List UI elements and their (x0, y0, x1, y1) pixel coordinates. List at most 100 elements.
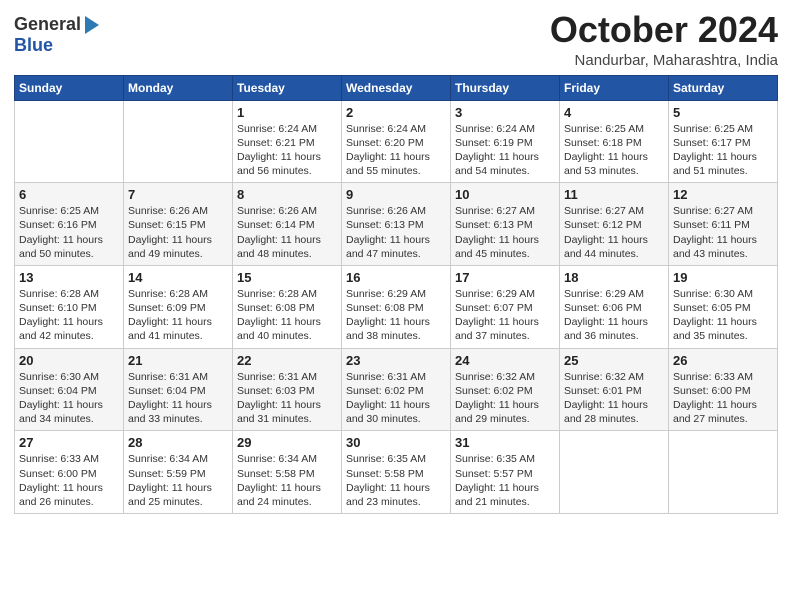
calendar-cell (669, 431, 778, 514)
day-number: 18 (564, 270, 664, 285)
calendar-cell: 18 Sunrise: 6:29 AM Sunset: 6:06 PM Dayli… (560, 265, 669, 348)
day-number: 12 (673, 187, 773, 202)
day-info: Sunrise: 6:34 AM Sunset: 5:58 PM Dayligh… (237, 452, 337, 509)
weekday-header: Friday (560, 75, 669, 100)
day-info: Sunrise: 6:25 AM Sunset: 6:16 PM Dayligh… (19, 204, 119, 261)
day-number: 8 (237, 187, 337, 202)
calendar-cell: 23 Sunrise: 6:31 AM Sunset: 6:02 PM Dayli… (342, 348, 451, 431)
day-number: 19 (673, 270, 773, 285)
weekday-header: Wednesday (342, 75, 451, 100)
calendar-cell: 29Sunrise: 6:34 AM Sunset: 5:58 PM Dayli… (233, 431, 342, 514)
day-info: Sunrise: 6:30 AM Sunset: 6:04 PM Dayligh… (19, 370, 119, 427)
calendar-week-row: 20 Sunrise: 6:30 AM Sunset: 6:04 PM Dayli… (15, 348, 778, 431)
day-info: Sunrise: 6:33 AM Sunset: 6:00 PM Dayligh… (19, 452, 119, 509)
day-number: 20 (19, 353, 119, 368)
day-info: Sunrise: 6:35 AM Sunset: 5:57 PM Dayligh… (455, 452, 555, 509)
day-number: 22 (237, 353, 337, 368)
day-number: 4 (564, 105, 664, 120)
day-info: Sunrise: 6:27 AM Sunset: 6:13 PM Dayligh… (455, 204, 555, 261)
day-number: 14 (128, 270, 228, 285)
calendar-cell: 12 Sunrise: 6:27 AM Sunset: 6:11 PM Dayli… (669, 183, 778, 266)
day-info: Sunrise: 6:31 AM Sunset: 6:04 PM Dayligh… (128, 370, 228, 427)
day-number: 24 (455, 353, 555, 368)
day-info: Sunrise: 6:27 AM Sunset: 6:12 PM Dayligh… (564, 204, 664, 261)
weekday-header: Saturday (669, 75, 778, 100)
day-number: 1 (237, 105, 337, 120)
calendar-week-row: 6 Sunrise: 6:25 AM Sunset: 6:16 PM Daylig… (15, 183, 778, 266)
calendar-cell: 9Sunrise: 6:26 AM Sunset: 6:13 PM Daylig… (342, 183, 451, 266)
day-number: 3 (455, 105, 555, 120)
day-info: Sunrise: 6:26 AM Sunset: 6:14 PM Dayligh… (237, 204, 337, 261)
day-info: Sunrise: 6:31 AM Sunset: 6:02 PM Dayligh… (346, 370, 446, 427)
day-number: 30 (346, 435, 446, 450)
logo: General Blue (14, 14, 101, 56)
calendar-week-row: 1 Sunrise: 6:24 AM Sunset: 6:21 PM Daylig… (15, 100, 778, 183)
day-info: Sunrise: 6:25 AM Sunset: 6:17 PM Dayligh… (673, 122, 773, 179)
logo-blue: Blue (14, 36, 101, 56)
weekday-row: SundayMondayTuesdayWednesdayThursdayFrid… (15, 75, 778, 100)
calendar-cell: 24Sunrise: 6:32 AM Sunset: 6:02 PM Dayli… (451, 348, 560, 431)
calendar-cell: 30 Sunrise: 6:35 AM Sunset: 5:58 PM Dayli… (342, 431, 451, 514)
day-info: Sunrise: 6:28 AM Sunset: 6:10 PM Dayligh… (19, 287, 119, 344)
calendar-week-row: 27 Sunrise: 6:33 AM Sunset: 6:00 PM Dayli… (15, 431, 778, 514)
month-title: October 2024 (550, 10, 778, 50)
calendar-cell: 6 Sunrise: 6:25 AM Sunset: 6:16 PM Daylig… (15, 183, 124, 266)
day-number: 6 (19, 187, 119, 202)
location: Nandurbar, Maharashtra, India (550, 52, 778, 69)
calendar-cell: 5 Sunrise: 6:25 AM Sunset: 6:17 PM Daylig… (669, 100, 778, 183)
day-number: 28 (128, 435, 228, 450)
day-number: 5 (673, 105, 773, 120)
calendar-cell: 16 Sunrise: 6:29 AM Sunset: 6:08 PM Dayli… (342, 265, 451, 348)
day-number: 16 (346, 270, 446, 285)
calendar-cell: 1 Sunrise: 6:24 AM Sunset: 6:21 PM Daylig… (233, 100, 342, 183)
day-number: 31 (455, 435, 555, 450)
day-info: Sunrise: 6:24 AM Sunset: 6:20 PM Dayligh… (346, 122, 446, 179)
day-number: 7 (128, 187, 228, 202)
calendar-page: General Blue October 2024 Nandurbar, Mah… (0, 0, 792, 612)
header: General Blue October 2024 Nandurbar, Mah… (14, 10, 778, 69)
title-block: October 2024 Nandurbar, Maharashtra, Ind… (550, 10, 778, 69)
calendar-table: SundayMondayTuesdayWednesdayThursdayFrid… (14, 75, 778, 514)
weekday-header: Monday (124, 75, 233, 100)
day-number: 23 (346, 353, 446, 368)
calendar-cell: 14Sunrise: 6:28 AM Sunset: 6:09 PM Dayli… (124, 265, 233, 348)
day-info: Sunrise: 6:28 AM Sunset: 6:08 PM Dayligh… (237, 287, 337, 344)
logo-icon (83, 14, 101, 36)
calendar-body: 1 Sunrise: 6:24 AM Sunset: 6:21 PM Daylig… (15, 100, 778, 513)
calendar-cell (124, 100, 233, 183)
day-info: Sunrise: 6:35 AM Sunset: 5:58 PM Dayligh… (346, 452, 446, 509)
day-number: 11 (564, 187, 664, 202)
calendar-cell: 10 Sunrise: 6:27 AM Sunset: 6:13 PM Dayli… (451, 183, 560, 266)
calendar-cell: 19 Sunrise: 6:30 AM Sunset: 6:05 PM Dayli… (669, 265, 778, 348)
calendar-cell: 20 Sunrise: 6:30 AM Sunset: 6:04 PM Dayli… (15, 348, 124, 431)
day-info: Sunrise: 6:30 AM Sunset: 6:05 PM Dayligh… (673, 287, 773, 344)
calendar-cell: 22 Sunrise: 6:31 AM Sunset: 6:03 PM Dayli… (233, 348, 342, 431)
day-info: Sunrise: 6:26 AM Sunset: 6:15 PM Dayligh… (128, 204, 228, 261)
day-number: 21 (128, 353, 228, 368)
calendar-cell: 31 Sunrise: 6:35 AM Sunset: 5:57 PM Dayli… (451, 431, 560, 514)
calendar-cell: 27 Sunrise: 6:33 AM Sunset: 6:00 PM Dayli… (15, 431, 124, 514)
calendar-cell: 25Sunrise: 6:32 AM Sunset: 6:01 PM Dayli… (560, 348, 669, 431)
calendar-cell: 28Sunrise: 6:34 AM Sunset: 5:59 PM Dayli… (124, 431, 233, 514)
calendar-cell: 3Sunrise: 6:24 AM Sunset: 6:19 PM Daylig… (451, 100, 560, 183)
day-info: Sunrise: 6:27 AM Sunset: 6:11 PM Dayligh… (673, 204, 773, 261)
weekday-header: Tuesday (233, 75, 342, 100)
logo-general: General (14, 15, 81, 35)
day-info: Sunrise: 6:31 AM Sunset: 6:03 PM Dayligh… (237, 370, 337, 427)
day-number: 9 (346, 187, 446, 202)
day-info: Sunrise: 6:33 AM Sunset: 6:00 PM Dayligh… (673, 370, 773, 427)
day-info: Sunrise: 6:24 AM Sunset: 6:21 PM Dayligh… (237, 122, 337, 179)
day-info: Sunrise: 6:29 AM Sunset: 6:06 PM Dayligh… (564, 287, 664, 344)
calendar-week-row: 13Sunrise: 6:28 AM Sunset: 6:10 PM Dayli… (15, 265, 778, 348)
day-number: 10 (455, 187, 555, 202)
day-info: Sunrise: 6:25 AM Sunset: 6:18 PM Dayligh… (564, 122, 664, 179)
calendar-cell: 8 Sunrise: 6:26 AM Sunset: 6:14 PM Daylig… (233, 183, 342, 266)
calendar-cell: 21 Sunrise: 6:31 AM Sunset: 6:04 PM Dayli… (124, 348, 233, 431)
day-info: Sunrise: 6:29 AM Sunset: 6:08 PM Dayligh… (346, 287, 446, 344)
calendar-cell: 2Sunrise: 6:24 AM Sunset: 6:20 PM Daylig… (342, 100, 451, 183)
calendar-header: SundayMondayTuesdayWednesdayThursdayFrid… (15, 75, 778, 100)
calendar-cell: 7 Sunrise: 6:26 AM Sunset: 6:15 PM Daylig… (124, 183, 233, 266)
day-number: 27 (19, 435, 119, 450)
weekday-header: Thursday (451, 75, 560, 100)
calendar-cell: 4 Sunrise: 6:25 AM Sunset: 6:18 PM Daylig… (560, 100, 669, 183)
